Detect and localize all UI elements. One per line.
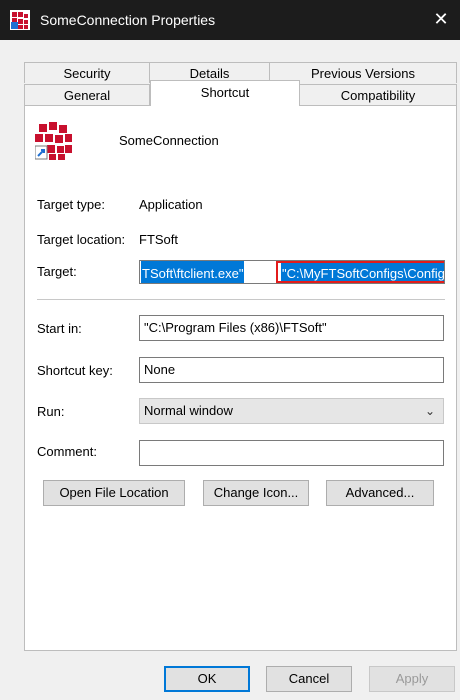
tab-label: Security [63,66,111,81]
shortcut-panel: SomeConnection Target type: Application … [24,105,457,651]
advanced-button[interactable]: Advanced... [326,480,434,506]
window-title: SomeConnection Properties [40,12,216,28]
start-in-input[interactable]: "C:\Program Files (x86)\FTSoft" [139,315,444,341]
title-bar: SomeConnection Properties ✕ [0,0,460,40]
cancel-button[interactable]: Cancel [266,666,352,692]
tab-compatibility[interactable]: Compatibility [299,84,457,105]
tab-label: Compatibility [340,88,416,103]
open-file-location-button[interactable]: Open File Location [43,480,185,506]
tab-shortcut[interactable]: Shortcut [150,80,300,106]
target-type-value: Application [139,197,203,212]
shortcut-key-input[interactable]: None [139,357,444,383]
app-icon [10,10,30,30]
shortcut-app-icon [35,122,72,160]
close-icon[interactable]: ✕ [430,8,452,30]
comment-input[interactable] [139,440,444,466]
target-input[interactable]: TSoft\ftclient.exe" "C:\MyFTSoftConfigs\… [139,260,445,284]
apply-button[interactable]: Apply [369,666,455,692]
tab-label: Details [189,66,230,81]
tab-label: Shortcut [200,85,250,100]
target-label: Target: [37,264,77,279]
tab-label: General [63,88,111,103]
shortcut-name: SomeConnection [119,133,219,148]
comment-label: Comment: [37,444,97,459]
target-location-value: FTSoft [139,232,179,247]
separator [37,299,445,300]
shortcut-key-label: Shortcut key: [37,363,113,378]
target-type-label: Target type: [37,197,105,212]
start-in-label: Start in: [37,321,82,336]
target-text-selected-part2: "C:\MyFTSoftConfigs\Config1" [281,261,444,283]
change-icon-button[interactable]: Change Icon... [203,480,309,506]
target-text-selected-part1: TSoft\ftclient.exe" [141,261,245,283]
chevron-down-icon: ⌄ [424,404,435,418]
run-select[interactable]: Normal window ⌄ [139,398,444,424]
run-label: Run: [37,404,65,419]
target-location-label: Target location: [37,232,126,247]
ok-button[interactable]: OK [164,666,250,692]
run-select-value: Normal window [144,403,233,418]
tab-label: Previous Versions [310,66,416,81]
tab-general[interactable]: General [24,84,150,105]
tab-security[interactable]: Security [24,62,150,83]
